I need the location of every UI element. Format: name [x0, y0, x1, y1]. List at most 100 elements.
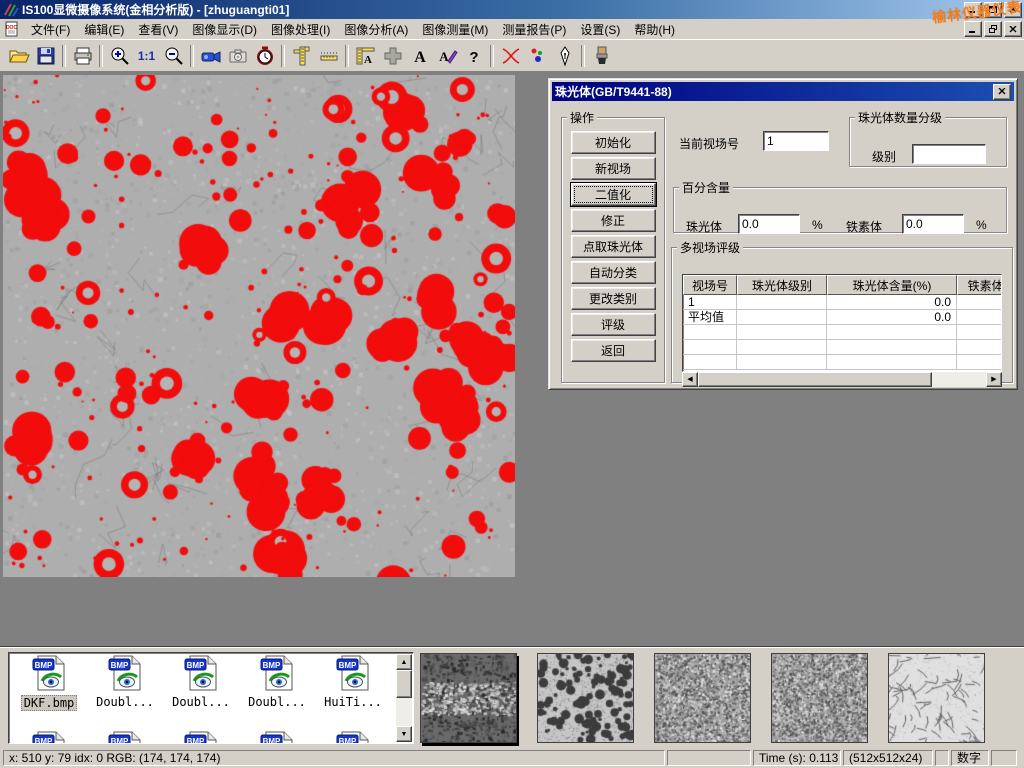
- op-button-9[interactable]: 返回: [571, 339, 656, 362]
- op-button-2[interactable]: 新视场: [571, 157, 656, 180]
- file-item-5[interactable]: BMPHuiTi...: [315, 655, 391, 711]
- file-item-partial-5[interactable]: BMP: [315, 731, 391, 744]
- thumbnail-4[interactable]: [771, 653, 868, 743]
- menu-item-help[interactable]: 帮助(H): [627, 19, 682, 40]
- print-icon[interactable]: [69, 43, 96, 69]
- file-item-3[interactable]: BMPDoubl...: [163, 655, 239, 711]
- menu-item-settings[interactable]: 设置(S): [573, 19, 627, 40]
- table-cell[interactable]: [737, 310, 827, 325]
- table-row[interactable]: [683, 340, 1001, 355]
- table-cell[interactable]: [957, 325, 1002, 340]
- op-button-7[interactable]: 更改类别: [571, 287, 656, 310]
- menu-item-edit[interactable]: 编辑(E): [77, 19, 131, 40]
- zoom-out-icon[interactable]: [160, 43, 187, 69]
- table-hscrollbar[interactable]: ◀ ▶: [682, 372, 1002, 387]
- file-item-partial-3[interactable]: BMP: [163, 731, 239, 744]
- caliper-icon[interactable]: [288, 43, 315, 69]
- thumbnail-1[interactable]: [420, 653, 517, 743]
- document-icon[interactable]: DOC: [4, 21, 20, 37]
- mdi-restore-button[interactable]: [984, 21, 1002, 37]
- thumbnail-5[interactable]: [888, 653, 985, 743]
- pen-icon[interactable]: [551, 43, 578, 69]
- table-cell[interactable]: 平均值: [683, 310, 737, 325]
- file-item-2[interactable]: BMPDoubl...: [87, 655, 163, 711]
- op-button-5[interactable]: 点取珠光体: [571, 235, 656, 258]
- save-icon[interactable]: [32, 43, 59, 69]
- table-cell[interactable]: [737, 340, 827, 355]
- file-item-4[interactable]: BMPDoubl...: [239, 655, 315, 711]
- help-icon[interactable]: ?: [460, 43, 487, 69]
- column-header-1[interactable]: 珠光体级别: [737, 275, 827, 295]
- mdi-minimize-button[interactable]: [964, 21, 982, 37]
- op-button-6[interactable]: 自动分类: [571, 261, 656, 284]
- curve-icon[interactable]: [497, 43, 524, 69]
- scroll-left-button[interactable]: ◀: [682, 372, 698, 387]
- op-button-3[interactable]: 二值化: [571, 183, 656, 206]
- menu-item-image-display[interactable]: 图像显示(D): [185, 19, 264, 40]
- table-cell[interactable]: [683, 340, 737, 355]
- scroll-right-button[interactable]: ▶: [986, 372, 1002, 387]
- menu-item-view[interactable]: 查看(V): [131, 19, 185, 40]
- table-cell[interactable]: [737, 325, 827, 340]
- menu-item-image-measure[interactable]: 图像测量(M): [415, 19, 495, 40]
- table-cell[interactable]: [957, 355, 1002, 370]
- file-vscrollbar[interactable]: ▲ ▼: [396, 654, 412, 742]
- file-item-partial-2[interactable]: BMP: [87, 731, 163, 744]
- menu-item-image-analyze[interactable]: 图像分析(A): [337, 19, 415, 40]
- annotate-icon[interactable]: A: [433, 43, 460, 69]
- menu-item-file[interactable]: 文件(F): [24, 19, 77, 40]
- table-cell[interactable]: 0.0: [827, 310, 957, 325]
- table-row[interactable]: [683, 325, 1001, 340]
- scroll-down-button[interactable]: ▼: [396, 726, 412, 742]
- current-view-input[interactable]: [763, 131, 829, 151]
- table-cell[interactable]: [737, 295, 827, 310]
- table-cell[interactable]: [957, 340, 1002, 355]
- menu-item-measure-report[interactable]: 测量报告(P): [495, 19, 573, 40]
- vscroll-thumb[interactable]: [396, 670, 412, 698]
- mdi-close-button[interactable]: [1004, 21, 1022, 37]
- column-header-2[interactable]: 珠光体含量(%): [827, 275, 957, 295]
- table-cell[interactable]: [957, 310, 1002, 325]
- table-cell[interactable]: 1: [683, 295, 737, 310]
- table-cell[interactable]: [683, 325, 737, 340]
- measure-text-icon[interactable]: A: [352, 43, 379, 69]
- scroll-up-button[interactable]: ▲: [396, 654, 412, 670]
- open-icon[interactable]: [5, 43, 32, 69]
- column-header-0[interactable]: 视场号: [683, 275, 737, 295]
- text-icon[interactable]: A: [406, 43, 433, 69]
- file-item-1[interactable]: BMPDKF.bmp: [11, 655, 87, 711]
- column-header-3[interactable]: 铁素体含量(%): [957, 275, 1002, 295]
- table-row[interactable]: 10.0: [683, 295, 1001, 310]
- pearlite-percent-input[interactable]: [738, 214, 800, 234]
- actual-size-icon[interactable]: 1:1: [133, 43, 160, 69]
- thumbnail-3[interactable]: [654, 653, 751, 743]
- op-button-8[interactable]: 评级: [571, 313, 656, 336]
- menu-item-image-process[interactable]: 图像处理(I): [264, 19, 337, 40]
- thumbnail-2[interactable]: [537, 653, 634, 743]
- video-camera-icon[interactable]: [197, 43, 224, 69]
- ferrite-percent-input[interactable]: [902, 214, 964, 234]
- table-cell[interactable]: 0.0: [827, 295, 957, 310]
- hscroll-thumb[interactable]: [698, 372, 932, 387]
- table-cell[interactable]: [827, 325, 957, 340]
- brush-icon[interactable]: [588, 43, 615, 69]
- table-row[interactable]: 平均值 0.0: [683, 310, 1001, 325]
- grade-input[interactable]: [912, 144, 986, 164]
- table-cell[interactable]: [737, 355, 827, 370]
- table-cell[interactable]: [683, 355, 737, 370]
- file-item-partial-1[interactable]: BMP: [11, 731, 87, 744]
- file-item-partial-4[interactable]: BMP: [239, 731, 315, 744]
- timer-icon[interactable]: [251, 43, 278, 69]
- move-cross-icon[interactable]: [379, 43, 406, 69]
- op-button-4[interactable]: 修正: [571, 209, 656, 232]
- micrograph-image[interactable]: [3, 75, 515, 577]
- dialog-close-button[interactable]: [993, 84, 1011, 100]
- ruler-icon[interactable]: [315, 43, 342, 69]
- table-cell[interactable]: [827, 340, 957, 355]
- table-row[interactable]: [683, 355, 1001, 370]
- points-icon[interactable]: [524, 43, 551, 69]
- table-cell[interactable]: [827, 355, 957, 370]
- dialog-titlebar[interactable]: 珠光体(GB/T9441-88): [552, 82, 1014, 101]
- table-cell[interactable]: [957, 295, 1002, 310]
- zoom-in-icon[interactable]: [106, 43, 133, 69]
